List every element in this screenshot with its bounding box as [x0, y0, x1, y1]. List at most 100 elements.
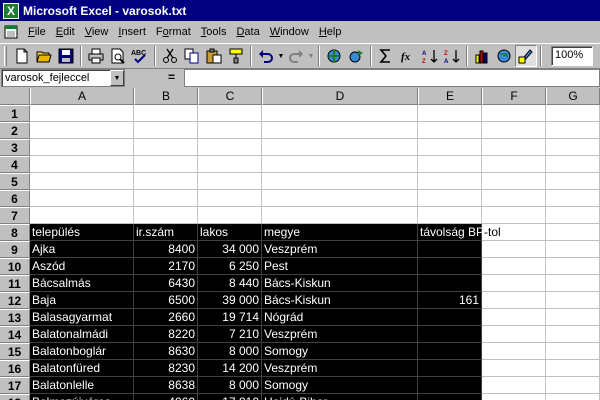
- cell-F10[interactable]: [482, 258, 546, 275]
- cell-C14[interactable]: 7 210: [198, 326, 262, 343]
- cell-F1[interactable]: [482, 105, 546, 122]
- cell-B4[interactable]: [134, 156, 198, 173]
- cell-C8[interactable]: lakos: [198, 224, 262, 241]
- cell-G2[interactable]: [546, 122, 600, 139]
- cell-C6[interactable]: [198, 190, 262, 207]
- column-header-A[interactable]: A: [30, 88, 134, 105]
- cell-A3[interactable]: [30, 139, 134, 156]
- cell-C18[interactable]: 17 810: [198, 394, 262, 400]
- cell-F15[interactable]: [482, 343, 546, 360]
- cell-B11[interactable]: 6430: [134, 275, 198, 292]
- menu-help[interactable]: Help: [314, 22, 347, 42]
- formula-input[interactable]: [184, 69, 600, 87]
- zoom-select[interactable]: 100%: [551, 46, 593, 66]
- cell-E14[interactable]: [418, 326, 482, 343]
- menu-edit[interactable]: Edit: [51, 22, 80, 42]
- cell-D8[interactable]: megye: [262, 224, 418, 241]
- name-box[interactable]: varosok_fejleccel: [1, 69, 125, 87]
- row-header-13[interactable]: 13: [0, 309, 30, 326]
- drawing-icon[interactable]: [515, 45, 537, 67]
- new-icon[interactable]: [11, 45, 33, 67]
- cell-A9[interactable]: Ajka: [30, 241, 134, 258]
- spelling-icon[interactable]: ABC: [129, 45, 151, 67]
- row-header-11[interactable]: 11: [0, 275, 30, 292]
- cell-F7[interactable]: [482, 207, 546, 224]
- cell-A4[interactable]: [30, 156, 134, 173]
- cell-A18[interactable]: Balmazújváros: [30, 394, 134, 400]
- hyperlink-icon[interactable]: [323, 45, 345, 67]
- cell-E6[interactable]: [418, 190, 482, 207]
- cell-D6[interactable]: [262, 190, 418, 207]
- cell-E13[interactable]: [418, 309, 482, 326]
- row-header-16[interactable]: 16: [0, 360, 30, 377]
- sort-ascending-icon[interactable]: AZ: [419, 45, 441, 67]
- cell-D17[interactable]: Somogy: [262, 377, 418, 394]
- row-header-5[interactable]: 5: [0, 173, 30, 190]
- cell-G12[interactable]: [546, 292, 600, 309]
- cell-F14[interactable]: [482, 326, 546, 343]
- cell-B5[interactable]: [134, 173, 198, 190]
- cell-D3[interactable]: [262, 139, 418, 156]
- cell-A14[interactable]: Balatonalmádi: [30, 326, 134, 343]
- cell-G16[interactable]: [546, 360, 600, 377]
- cell-G5[interactable]: [546, 173, 600, 190]
- cell-C2[interactable]: [198, 122, 262, 139]
- cell-A7[interactable]: [30, 207, 134, 224]
- cell-G11[interactable]: [546, 275, 600, 292]
- toolbar-grip[interactable]: [4, 46, 7, 66]
- undo-icon[interactable]: [255, 45, 277, 67]
- save-icon[interactable]: [55, 45, 77, 67]
- menu-view[interactable]: View: [80, 22, 114, 42]
- cell-D15[interactable]: Somogy: [262, 343, 418, 360]
- cell-E15[interactable]: [418, 343, 482, 360]
- cell-A15[interactable]: Balatonboglár: [30, 343, 134, 360]
- map-icon[interactable]: [493, 45, 515, 67]
- cell-E10[interactable]: [418, 258, 482, 275]
- cell-D1[interactable]: [262, 105, 418, 122]
- cell-F2[interactable]: [482, 122, 546, 139]
- cell-G9[interactable]: [546, 241, 600, 258]
- cell-A1[interactable]: [30, 105, 134, 122]
- cell-C1[interactable]: [198, 105, 262, 122]
- cell-G18[interactable]: [546, 394, 600, 400]
- cell-B17[interactable]: 8638: [134, 377, 198, 394]
- row-header-1[interactable]: 1: [0, 105, 30, 122]
- cell-E3[interactable]: [418, 139, 482, 156]
- cell-C4[interactable]: [198, 156, 262, 173]
- cell-D10[interactable]: Pest: [262, 258, 418, 275]
- name-box-dropdown-icon[interactable]: ▼: [110, 70, 124, 86]
- cell-G4[interactable]: [546, 156, 600, 173]
- cell-D18[interactable]: Hajdú-Bihar: [262, 394, 418, 400]
- cell-G7[interactable]: [546, 207, 600, 224]
- print-icon[interactable]: [85, 45, 107, 67]
- cell-D13[interactable]: Nógrád: [262, 309, 418, 326]
- row-header-7[interactable]: 7: [0, 207, 30, 224]
- undo-dropdown-icon[interactable]: ▼: [277, 53, 285, 60]
- cell-D2[interactable]: [262, 122, 418, 139]
- cell-C9[interactable]: 34 000: [198, 241, 262, 258]
- cell-E5[interactable]: [418, 173, 482, 190]
- copy-icon[interactable]: [181, 45, 203, 67]
- cell-A10[interactable]: Aszód: [30, 258, 134, 275]
- cell-B3[interactable]: [134, 139, 198, 156]
- cell-F12[interactable]: [482, 292, 546, 309]
- cell-G17[interactable]: [546, 377, 600, 394]
- sort-descending-icon[interactable]: ZA: [441, 45, 463, 67]
- cell-A5[interactable]: [30, 173, 134, 190]
- cell-B16[interactable]: 8230: [134, 360, 198, 377]
- row-header-10[interactable]: 10: [0, 258, 30, 275]
- cell-E17[interactable]: [418, 377, 482, 394]
- cell-F16[interactable]: [482, 360, 546, 377]
- row-header-3[interactable]: 3: [0, 139, 30, 156]
- cell-C10[interactable]: 6 250: [198, 258, 262, 275]
- cell-F13[interactable]: [482, 309, 546, 326]
- row-header-14[interactable]: 14: [0, 326, 30, 343]
- row-header-6[interactable]: 6: [0, 190, 30, 207]
- menu-insert[interactable]: Insert: [113, 22, 151, 42]
- cell-G14[interactable]: [546, 326, 600, 343]
- cell-C7[interactable]: [198, 207, 262, 224]
- menu-file[interactable]: File: [23, 22, 51, 42]
- row-header-15[interactable]: 15: [0, 343, 30, 360]
- edit-formula-button[interactable]: =: [168, 70, 175, 84]
- function-icon[interactable]: fx: [397, 45, 419, 67]
